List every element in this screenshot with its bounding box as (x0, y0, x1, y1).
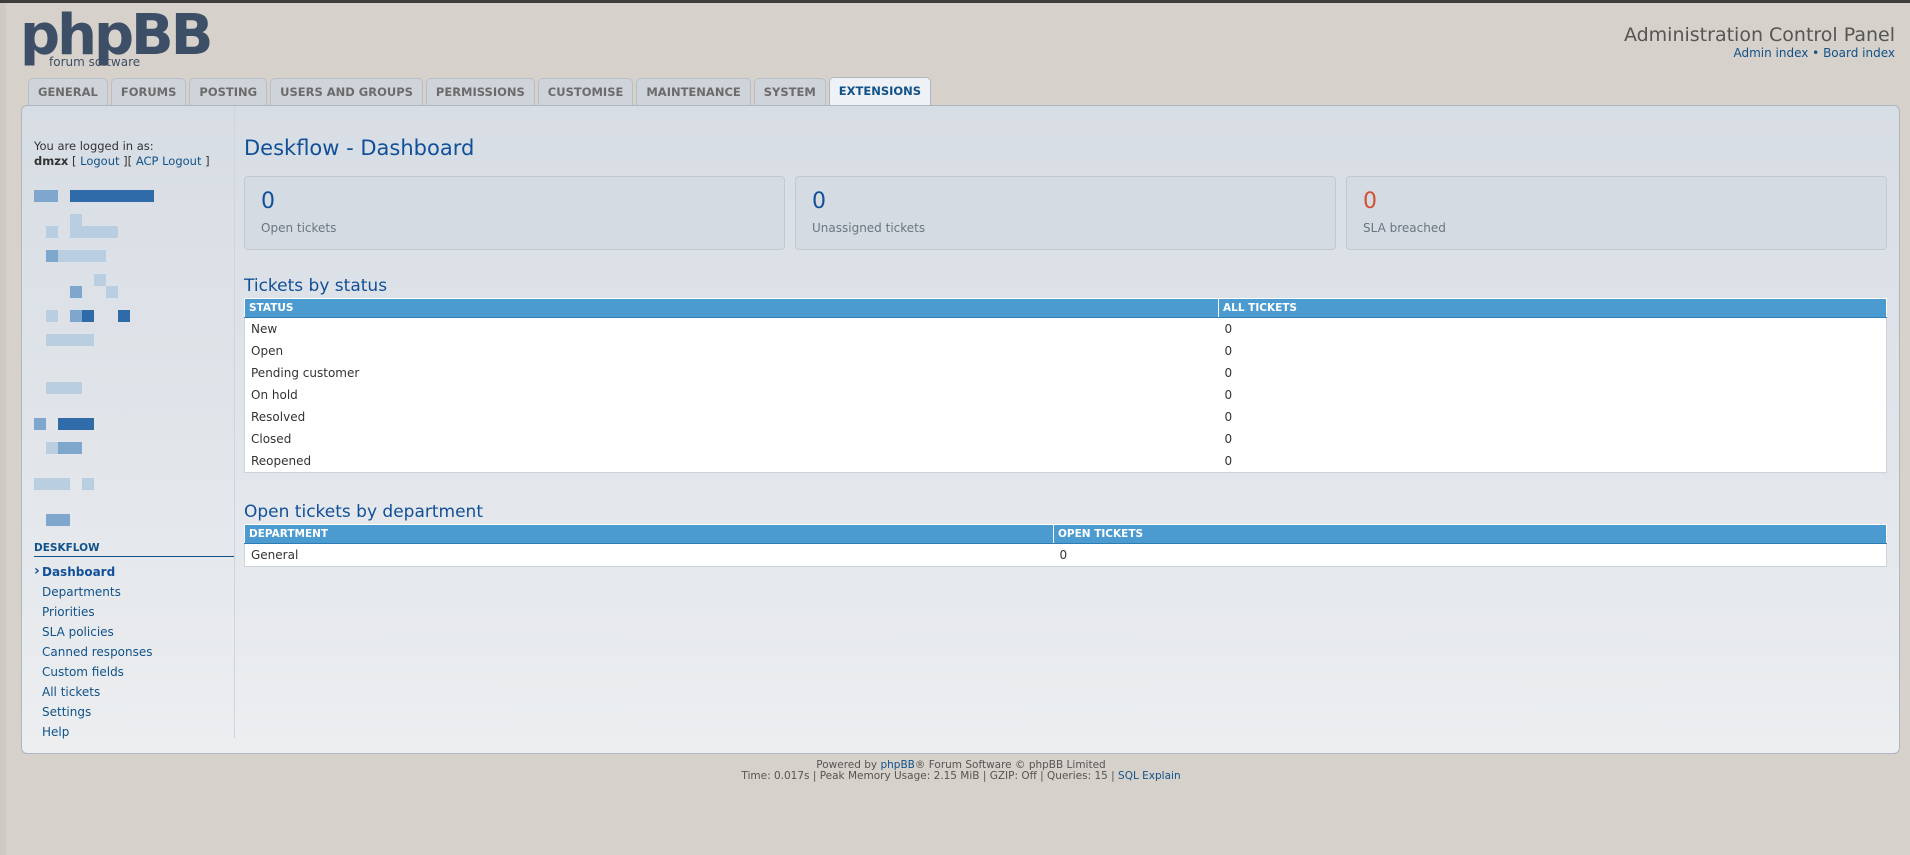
menu-item-sla-policies[interactable]: SLA policies (34, 622, 153, 642)
table-header-row: DEPARTMENT OPEN TICKETS (244, 524, 1887, 544)
footer: Powered by phpBB® Forum Software © phpBB… (0, 760, 1910, 782)
bracket-close: ] (201, 154, 210, 168)
acp-panel: You are logged in as: dmzx [ Logout ][ A… (21, 105, 1900, 754)
window-top-border (0, 0, 1910, 3)
status-column-header: STATUS (244, 298, 1219, 318)
tab-posting[interactable]: POSTING (189, 78, 268, 105)
table-row: Pending customer 0 (244, 362, 1887, 384)
count-cell: 0 (1218, 406, 1887, 428)
menu-item-canned-responses[interactable]: Canned responses (34, 642, 153, 662)
open-tickets-column-header: OPEN TICKETS (1053, 524, 1887, 544)
stat-cards: 0 Open tickets 0 Unassigned tickets 0 SL… (244, 176, 1887, 250)
count-cell: 0 (1053, 543, 1887, 567)
count-cell: 0 (1218, 450, 1887, 473)
acp-logout-link[interactable]: ACP Logout (136, 154, 202, 168)
login-line: dmzx [ Logout ][ ACP Logout ] (34, 154, 210, 169)
username: dmzx (34, 154, 69, 168)
admin-index-link[interactable]: Admin index (1733, 46, 1808, 60)
menu-item-help[interactable]: Help (34, 722, 153, 742)
count-cell: 0 (1218, 317, 1887, 340)
tab-customise[interactable]: CUSTOMISE (537, 78, 634, 105)
table-row: Resolved 0 (244, 406, 1887, 428)
menu-item-departments[interactable]: Departments (34, 582, 153, 602)
unassigned-tickets-label: Unassigned tickets (812, 221, 926, 235)
stat-card-unassigned: 0 Unassigned tickets (795, 176, 1336, 250)
board-index-link[interactable]: Board index (1823, 46, 1895, 60)
tab-extensions[interactable]: EXTENSIONS (828, 77, 932, 106)
tab-system[interactable]: SYSTEM (753, 78, 826, 105)
count-cell: 0 (1218, 428, 1887, 450)
page-title: Administration Control Panel (1623, 24, 1895, 46)
bracket-open: [ (68, 154, 81, 168)
status-cell: Open (244, 340, 1219, 362)
table-row: Reopened 0 (244, 450, 1887, 473)
sql-explain-link[interactable]: SQL Explain (1118, 770, 1181, 782)
bracket-mid: ][ (119, 154, 136, 168)
dashboard-title: Deskflow - Dashboard (244, 136, 475, 160)
phpbb-logo[interactable]: phpBB forum software (20, 6, 213, 72)
count-cell: 0 (1218, 340, 1887, 362)
logo-tagline: forum software (49, 55, 141, 69)
table-row: General 0 (244, 543, 1887, 567)
open-tickets-count: 0 (261, 189, 275, 214)
department-cell: General (244, 543, 1054, 567)
menu-item-priorities[interactable]: Priorities (34, 602, 153, 622)
debug-stats-line: Time: 0.017s | Peak Memory Usage: 2.15 M… (0, 771, 1910, 782)
tickets-by-status-table: STATUS ALL TICKETS New 0 Open 0 Pending cu… (244, 298, 1887, 473)
menu-item-all-tickets[interactable]: All tickets (34, 682, 153, 702)
status-cell: Reopened (244, 450, 1219, 473)
status-cell: On hold (244, 384, 1219, 406)
link-separator: • (1812, 46, 1820, 60)
open-by-department-table: DEPARTMENT OPEN TICKETS General 0 (244, 524, 1887, 567)
tab-maintenance[interactable]: MAINTENANCE (636, 78, 751, 105)
tickets-by-status-title: Tickets by status (244, 276, 388, 296)
status-cell: Pending customer (244, 362, 1219, 384)
count-cell: 0 (1218, 362, 1887, 384)
deskflow-menu: Dashboard Departments Priorities SLA pol… (34, 561, 153, 742)
table-row: Open 0 (244, 340, 1887, 362)
menu-item-custom-fields[interactable]: Custom fields (34, 662, 153, 682)
menu-item-dashboard[interactable]: Dashboard (34, 561, 153, 582)
open-tickets-label: Open tickets (261, 221, 337, 235)
module-title-deskflow: DESKFLOW (34, 542, 234, 557)
tab-permissions[interactable]: PERMISSIONS (425, 78, 535, 105)
all-tickets-column-header: ALL TICKETS (1218, 298, 1887, 318)
logged-in-label: You are logged in as: (34, 139, 154, 153)
window-left-border (0, 3, 6, 855)
stat-card-open: 0 Open tickets (244, 176, 785, 250)
tab-forums[interactable]: FORUMS (110, 78, 187, 105)
status-cell: Closed (244, 428, 1219, 450)
table-row: On hold 0 (244, 384, 1887, 406)
stat-card-sla: 0 SLA breached (1346, 176, 1887, 250)
unassigned-tickets-count: 0 (812, 189, 826, 214)
status-cell: New (244, 317, 1219, 340)
department-column-header: DEPARTMENT (244, 524, 1054, 544)
login-info: You are logged in as: dmzx [ Logout ][ A… (34, 139, 210, 169)
tab-users-and-groups[interactable]: USERS AND GROUPS (270, 78, 423, 105)
header-links: Admin index • Board index (1733, 46, 1895, 60)
sla-breached-count: 0 (1363, 189, 1377, 214)
status-cell: Resolved (244, 406, 1219, 428)
tab-general[interactable]: GENERAL (28, 78, 108, 105)
menu-item-settings[interactable]: Settings (34, 702, 153, 722)
sidebar: You are logged in as: dmzx [ Logout ][ A… (34, 106, 235, 739)
acp-tabs: GENERAL FORUMS POSTING USERS AND GROUPS … (28, 77, 932, 106)
sla-breached-label: SLA breached (1363, 221, 1446, 235)
count-cell: 0 (1218, 384, 1887, 406)
debug-stats: Time: 0.017s | Peak Memory Usage: 2.15 M… (741, 770, 1119, 782)
table-row: New 0 (244, 317, 1887, 340)
logout-link[interactable]: Logout (80, 154, 119, 168)
table-row: Closed 0 (244, 428, 1887, 450)
open-by-department-title: Open tickets by department (244, 502, 483, 522)
table-header-row: STATUS ALL TICKETS (244, 298, 1887, 318)
